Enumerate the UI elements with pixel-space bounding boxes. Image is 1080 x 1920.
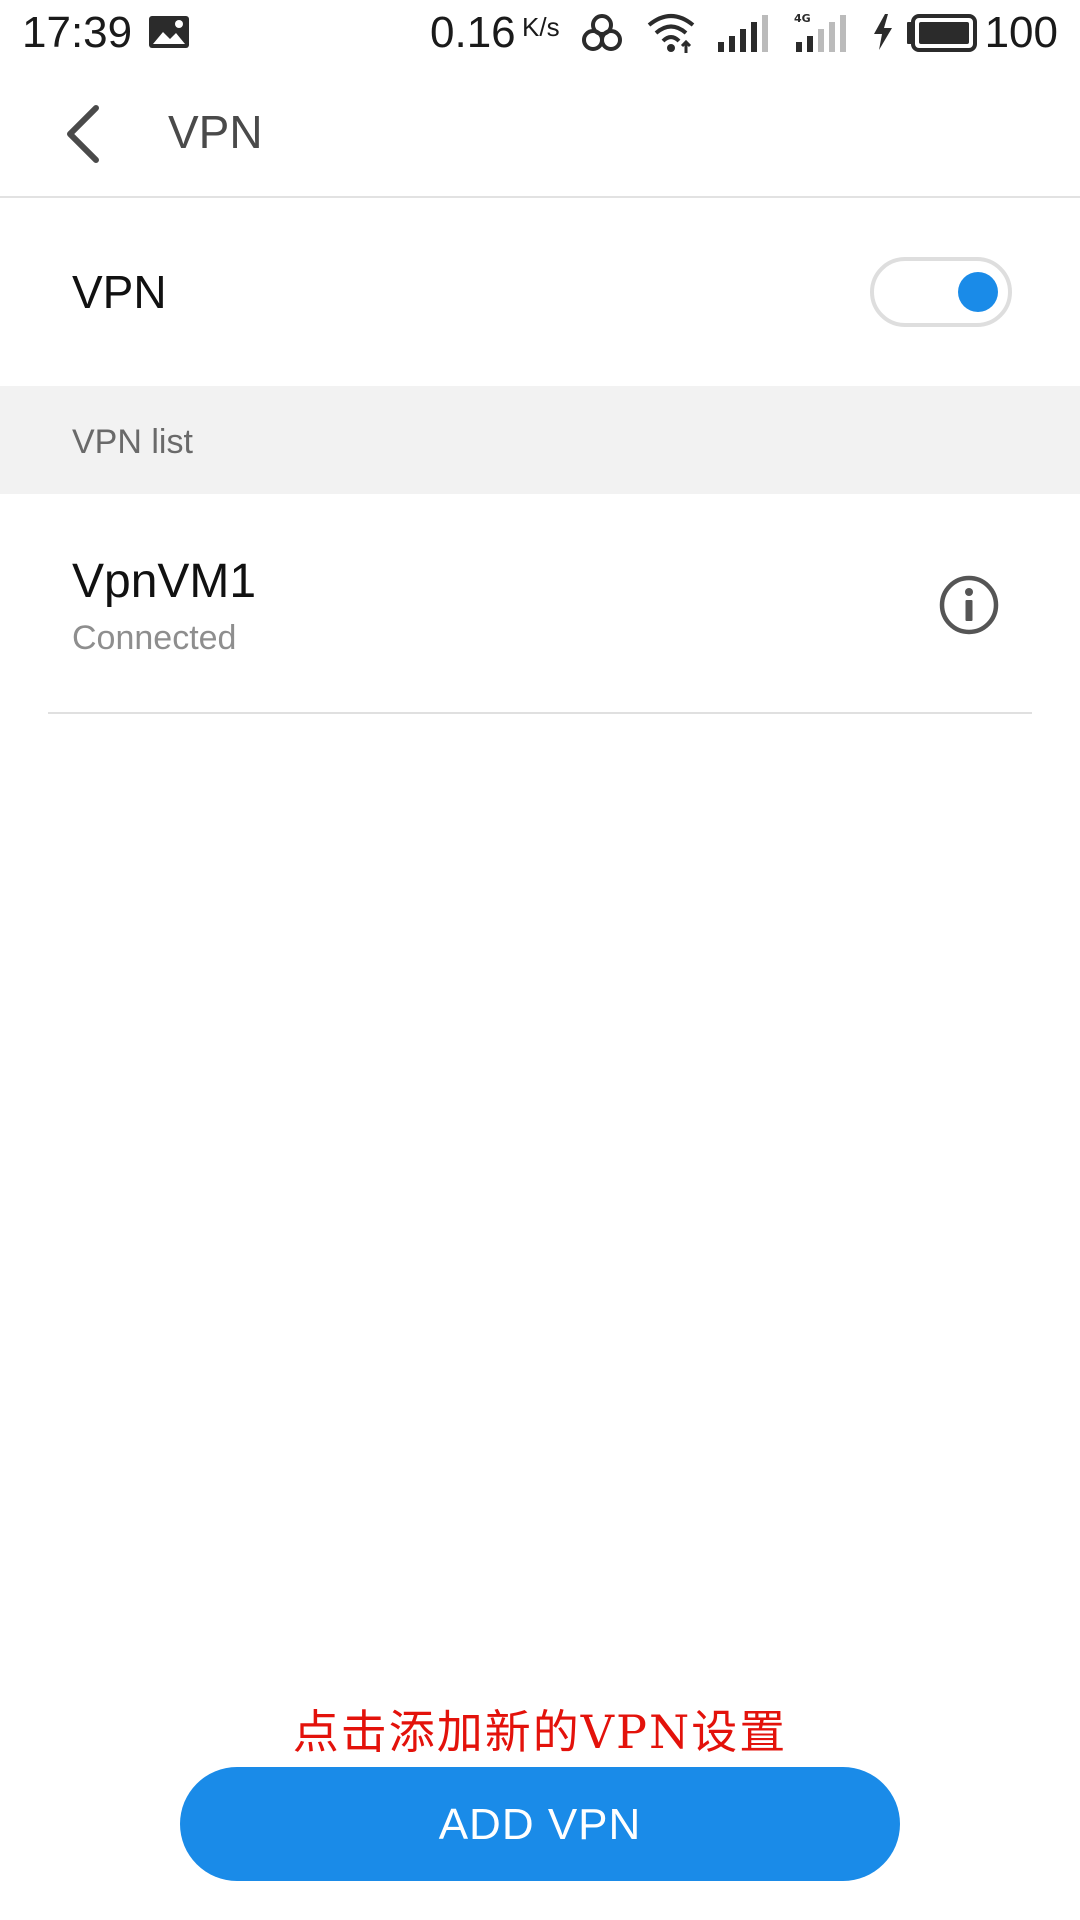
back-button[interactable] — [48, 94, 128, 174]
section-header-text: VPN list — [72, 423, 193, 461]
vpn-toggle-row[interactable]: VPN — [0, 198, 1080, 386]
link-icon — [582, 14, 622, 51]
page-title: VPN — [168, 106, 263, 158]
network-speed-unit: K/s — [522, 12, 560, 42]
vpn-toggle-switch[interactable] — [870, 257, 1012, 327]
chevron-left-icon — [67, 105, 99, 163]
vpn-list-item[interactable]: VpnVM1 Connected — [0, 494, 1080, 714]
charging-icon — [874, 14, 892, 50]
photo-icon — [149, 16, 189, 48]
annotation-text: 点击添加新的VPN设置 — [292, 1705, 788, 1759]
network-speed: 0.16 — [430, 8, 516, 57]
battery-percentage: 100 — [984, 8, 1058, 57]
add-vpn-button[interactable]: ADD VPN — [180, 1767, 900, 1881]
wifi-icon — [647, 14, 695, 53]
vpn-status: Connected — [72, 619, 237, 657]
vpn-name: VpnVM1 — [72, 555, 257, 608]
svg-text:4G: 4G — [794, 12, 811, 25]
vpn-list-section-header: VPN list — [0, 386, 1080, 494]
signal-4g-icon: 4G — [794, 12, 846, 52]
status-time: 17:39 — [22, 8, 133, 57]
battery-icon — [907, 14, 977, 52]
info-icon — [939, 575, 999, 635]
status-bar: 17:39 0.16 K/s 4G 100 — [0, 0, 1080, 70]
vpn-info-button[interactable] — [938, 574, 1000, 636]
signal-icon — [718, 15, 768, 52]
list-divider — [48, 712, 1032, 714]
vpn-toggle-label: VPN — [72, 266, 167, 318]
vpn-toggle-knob — [958, 272, 998, 312]
app-bar: VPN — [0, 70, 1080, 198]
